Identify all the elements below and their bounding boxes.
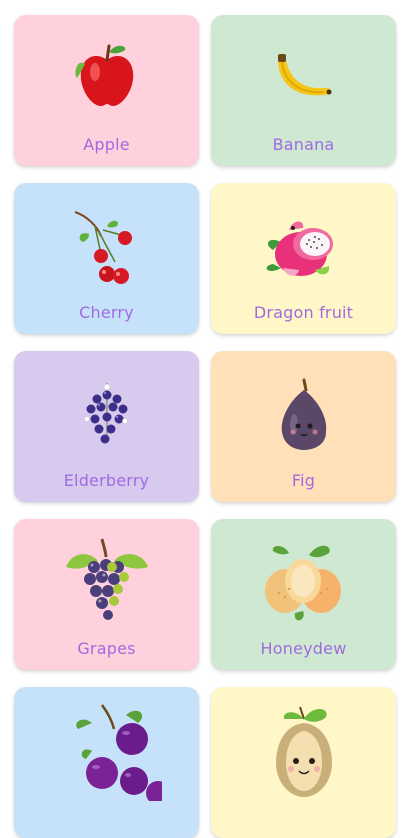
fig-icon bbox=[211, 371, 396, 456]
banana-icon bbox=[211, 35, 396, 120]
card-grapes[interactable]: Grapes bbox=[14, 519, 199, 670]
card-label: Elderberry bbox=[63, 471, 150, 490]
card-label: Cherry bbox=[79, 303, 134, 322]
apple-icon bbox=[14, 35, 199, 120]
card-label: Apple bbox=[83, 135, 130, 154]
card-label: Fig bbox=[291, 471, 316, 490]
card-cherry[interactable]: Cherry bbox=[14, 183, 199, 334]
honeydew-icon bbox=[211, 539, 396, 624]
card-dragon-fruit[interactable]: Dragon fruit bbox=[211, 183, 396, 334]
card-mangosteen[interactable] bbox=[14, 687, 199, 838]
card-label: Honeydew bbox=[260, 639, 347, 658]
card-fig[interactable]: Fig bbox=[211, 351, 396, 502]
card-elderberry[interactable]: Elderberry bbox=[14, 351, 199, 502]
card-label: Dragon fruit bbox=[253, 303, 354, 322]
card-label: Grapes bbox=[77, 639, 136, 658]
jackfruit-icon bbox=[211, 701, 396, 801]
fruit-grid: Apple Banana Cherry Dragon fruit Elderbe… bbox=[0, 0, 410, 838]
card-label: Banana bbox=[272, 135, 335, 154]
elderberry-icon bbox=[14, 371, 199, 456]
mangosteen-icon bbox=[14, 701, 199, 801]
card-apple[interactable]: Apple bbox=[14, 15, 199, 166]
card-jackfruit[interactable] bbox=[211, 687, 396, 838]
grapes-icon bbox=[14, 538, 199, 624]
cherry-icon bbox=[14, 203, 199, 288]
card-honeydew[interactable]: Honeydew bbox=[211, 519, 396, 670]
card-banana[interactable]: Banana bbox=[211, 15, 396, 166]
dragon-fruit-icon bbox=[211, 203, 396, 288]
